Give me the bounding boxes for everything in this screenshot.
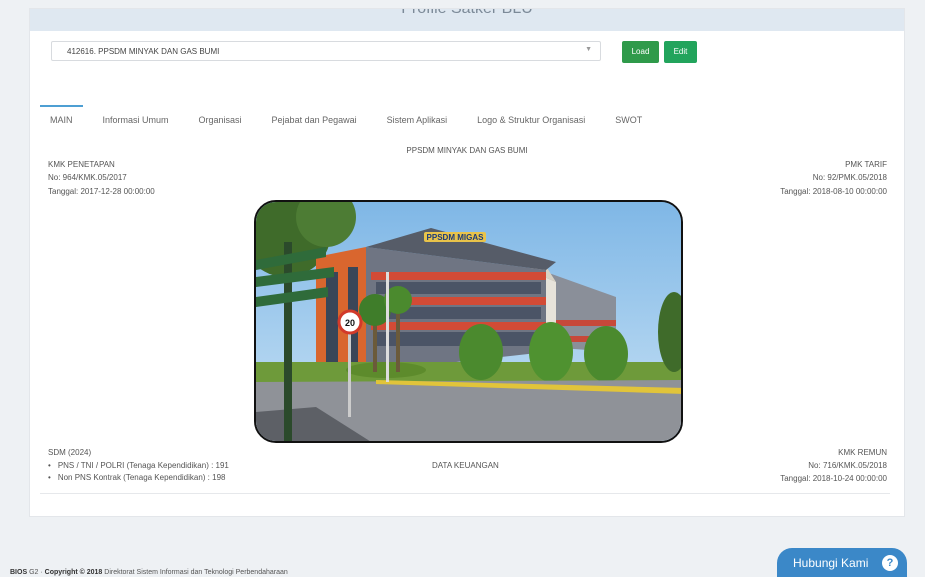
footer-version: G2 · bbox=[27, 569, 45, 576]
chevron-down-icon: ▼ bbox=[585, 46, 592, 53]
tab-sistem-aplikasi[interactable]: Sistem Aplikasi bbox=[377, 105, 458, 133]
kmk-penetapan-title: KMK PENETAPAN bbox=[48, 160, 115, 169]
list-item: PNS / TNI / POLRI (Tenaga Kependidikan) … bbox=[48, 461, 229, 473]
profile-card: Profile Satker BLU 412616. PPSDM MINYAK … bbox=[29, 8, 905, 517]
card-header: Profile Satker BLU bbox=[30, 9, 904, 31]
footer: BIOS G2 · Copyright © 2018 Direktorat Si… bbox=[10, 569, 288, 576]
list-item: Non PNS Kontrak (Tenaga Kependidikan) : … bbox=[48, 473, 229, 485]
page-title: Profile Satker BLU bbox=[30, 9, 904, 18]
building-photo: PPSDM MIGAS 20 bbox=[254, 200, 683, 443]
data-keuangan-label: DATA KEUANGAN bbox=[432, 461, 499, 470]
tab-informasi-umum[interactable]: Informasi Umum bbox=[93, 105, 179, 133]
load-button[interactable]: Load bbox=[622, 41, 659, 63]
kmk-remun-no: No: 716/KMK.05/2018 bbox=[808, 461, 887, 470]
footer-org: Direktorat Sistem Informasi dan Teknolog… bbox=[102, 569, 288, 576]
satker-select-value: 412616. PPSDM MINYAK DAN GAS BUMI bbox=[67, 47, 220, 56]
contact-us-label: Hubungi Kami bbox=[793, 556, 869, 570]
tab-swot[interactable]: SWOT bbox=[605, 105, 652, 133]
sdm-list: PNS / TNI / POLRI (Tenaga Kependidikan) … bbox=[48, 461, 229, 485]
satker-select[interactable]: 412616. PPSDM MINYAK DAN GAS BUMI ▼ bbox=[51, 41, 601, 61]
divider bbox=[40, 493, 890, 494]
edit-button[interactable]: Edit bbox=[664, 41, 697, 63]
pmk-tarif-title: PMK TARIF bbox=[845, 160, 887, 169]
tab-bar: MAIN Informasi Umum Organisasi Pejabat d… bbox=[40, 105, 662, 133]
tab-pejabat-dan-pegawai[interactable]: Pejabat dan Pegawai bbox=[262, 105, 367, 133]
pmk-tarif-date: Tanggal: 2018-08-10 00:00:00 bbox=[780, 187, 887, 196]
tab-organisasi[interactable]: Organisasi bbox=[189, 105, 252, 133]
sdm-title: SDM (2024) bbox=[48, 448, 92, 457]
kmk-penetapan-date: Tanggal: 2017-12-28 00:00:00 bbox=[48, 187, 155, 196]
kmk-remun-title: KMK REMUN bbox=[838, 448, 887, 457]
question-icon: ? bbox=[882, 555, 898, 571]
kmk-penetapan-no: No: 964/KMK.05/2017 bbox=[48, 173, 127, 182]
building-illustration: PPSDM MIGAS 20 bbox=[256, 202, 681, 441]
tab-logo-struktur[interactable]: Logo & Struktur Organisasi bbox=[467, 105, 595, 133]
tab-main[interactable]: MAIN bbox=[40, 105, 83, 133]
footer-copyright: Copyright © 2018 bbox=[44, 569, 103, 576]
pmk-tarif-no: No: 92/PMK.05/2018 bbox=[812, 173, 887, 182]
satker-name: PPSDM MINYAK DAN GAS BUMI bbox=[406, 146, 528, 155]
kmk-remun-date: Tanggal: 2018-10-24 00:00:00 bbox=[780, 474, 887, 483]
building-sign-text: PPSDM MIGAS bbox=[427, 233, 485, 242]
contact-us-button[interactable]: Hubungi Kami ? bbox=[777, 548, 907, 577]
speed-sign-text: 20 bbox=[345, 318, 355, 328]
footer-brand: BIOS bbox=[10, 569, 28, 576]
